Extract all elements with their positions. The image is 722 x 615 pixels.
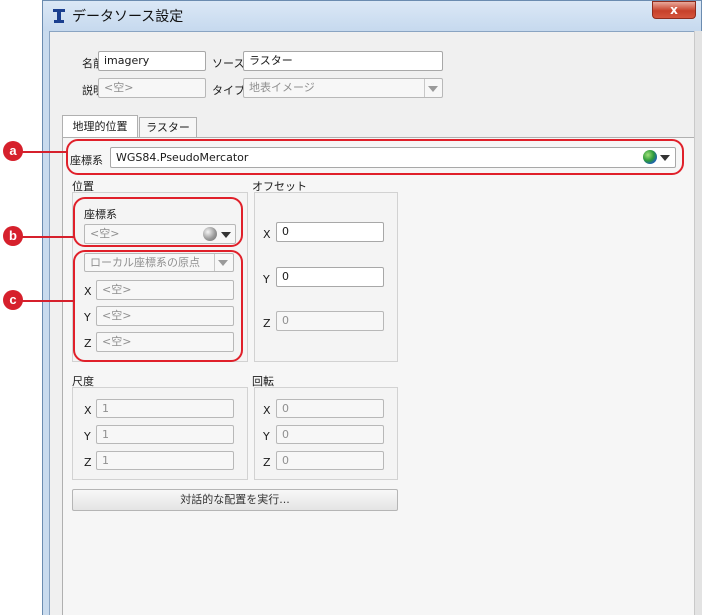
scale-z-field[interactable]: 1 [96,451,234,470]
scale-x-field[interactable]: 1 [96,399,234,418]
callout-c-badge: c [3,290,23,310]
type-label: タイプ [212,84,245,97]
scale-y-field[interactable]: 1 [96,425,234,444]
type-value: 地表イメージ [249,81,315,94]
rotation-x-field[interactable]: 0 [276,399,384,418]
description-field[interactable]: <空> [98,78,206,98]
window-title: データソース設定 [72,9,184,25]
type-select[interactable]: 地表イメージ [243,78,443,98]
rotation-y-label: Y [263,430,270,443]
callout-a-outline [66,139,684,175]
callout-a-badge: a [3,141,23,161]
app-icon [53,9,65,23]
tab-geolocation[interactable]: 地理的位置 [62,115,138,138]
rotation-z-label: Z [263,456,271,469]
source-field: ラスター [243,51,443,71]
offset-x-field[interactable]: 0 [276,222,384,242]
source-label: ソース [212,57,245,70]
scale-y-label: Y [84,430,91,443]
name-field[interactable]: imagery [98,51,206,71]
callout-c-leader [22,300,75,302]
scale-x-label: X [84,404,92,417]
callout-b-outline [73,197,243,247]
offset-z-label: Z [263,317,271,330]
rotation-z-field[interactable]: 0 [276,451,384,470]
tab-raster[interactable]: ラスター [139,117,197,138]
offset-z-field[interactable]: 0 [276,311,384,331]
scale-z-label: Z [84,456,92,469]
scrollbar[interactable] [694,31,702,615]
callout-b-badge: b [3,226,23,246]
offset-x-label: X [263,228,271,241]
interactive-placement-button[interactable]: 対話的な配置を実行... [72,489,398,511]
callout-a-leader [22,151,68,153]
callout-b-leader [22,236,75,238]
offset-y-field[interactable]: 0 [276,267,384,287]
callout-c-outline [73,250,243,362]
close-button[interactable]: x [652,1,696,19]
rotation-x-label: X [263,404,271,417]
offset-y-label: Y [263,273,270,286]
rotation-y-field[interactable]: 0 [276,425,384,444]
dropdown-arrow-icon [428,86,438,92]
